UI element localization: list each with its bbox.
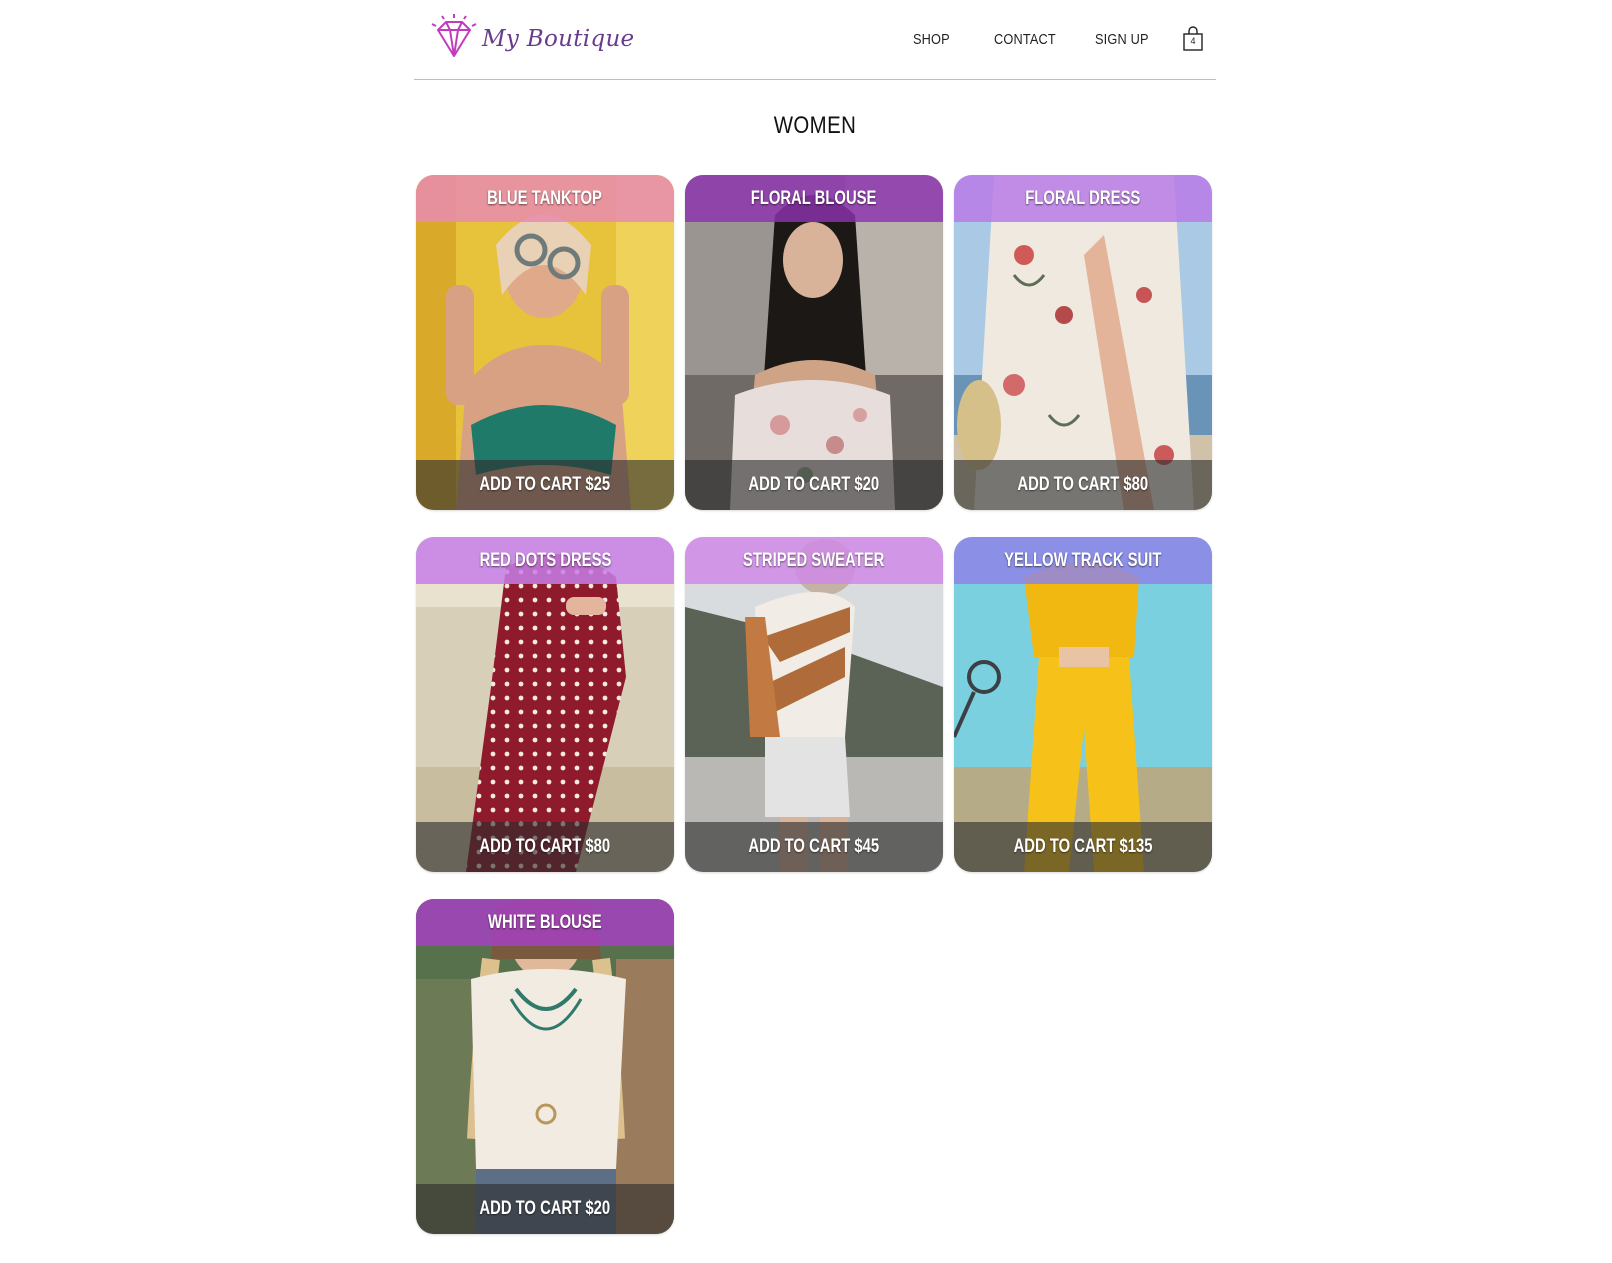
brand-name: My Boutique [482, 26, 635, 52]
brand-logo[interactable]: My Boutique [428, 12, 634, 62]
product-card-floral-blouse[interactable]: FLORAL BLOUSE ADD TO CART $20 [685, 175, 943, 510]
nav-contact-link[interactable]: CONTACT [994, 31, 1056, 48]
product-card-red-dots-dress[interactable]: RED DOTS DRESS ADD TO CART $80 [416, 537, 674, 872]
product-title-band: STRIPED SWEATER [685, 537, 943, 584]
product-title: YELLOW TRACK SUIT [1004, 549, 1162, 571]
product-card-blue-tanktop[interactable]: BLUE TANKTOP ADD TO CART $25 [416, 175, 674, 510]
add-to-cart-button[interactable]: ADD TO CART $20 [685, 460, 943, 510]
add-to-cart-button[interactable]: ADD TO CART $80 [954, 460, 1212, 510]
cart-count-badge: 4 [1190, 36, 1196, 46]
product-card-yellow-track-suit[interactable]: YELLOW TRACK SUIT ADD TO CART $135 [954, 537, 1212, 872]
add-to-cart-button[interactable]: ADD TO CART $80 [416, 822, 674, 872]
add-to-cart-label: ADD TO CART $45 [748, 836, 880, 857]
product-card-striped-sweater[interactable]: STRIPED SWEATER ADD TO CART $45 [685, 537, 943, 872]
add-to-cart-label: ADD TO CART $20 [479, 1198, 611, 1219]
add-to-cart-button[interactable]: ADD TO CART $45 [685, 822, 943, 872]
product-card-white-blouse[interactable]: WHITE BLOUSE ADD TO CART $20 [416, 899, 674, 1234]
add-to-cart-label: ADD TO CART $20 [748, 474, 880, 495]
product-title-band: YELLOW TRACK SUIT [954, 537, 1212, 584]
main-nav: SHOP CONTACT SIGN UP 4 [913, 26, 1204, 52]
product-title-band: FLORAL BLOUSE [685, 175, 943, 222]
add-to-cart-label: ADD TO CART $80 [479, 836, 611, 857]
nav-signup-link[interactable]: SIGN UP [1095, 31, 1149, 48]
diamond-icon [428, 12, 480, 62]
cart-button[interactable]: 4 [1182, 26, 1204, 52]
add-to-cart-button[interactable]: ADD TO CART $135 [954, 822, 1212, 872]
page-container: My Boutique SHOP CONTACT SIGN UP 4 WOMEN [414, 0, 1216, 1234]
add-to-cart-label: ADD TO CART $80 [1017, 474, 1149, 495]
nav-shop-link[interactable]: SHOP [913, 31, 950, 48]
product-title-band: RED DOTS DRESS [416, 537, 674, 584]
add-to-cart-label: ADD TO CART $25 [479, 474, 611, 495]
add-to-cart-button[interactable]: ADD TO CART $20 [416, 1184, 674, 1234]
product-title-band: BLUE TANKTOP [416, 175, 674, 222]
product-title: FLORAL BLOUSE [751, 187, 877, 209]
product-title: WHITE BLOUSE [488, 911, 602, 933]
page-title: WOMEN [773, 112, 857, 139]
product-title: RED DOTS DRESS [479, 549, 611, 571]
product-title: FLORAL DRESS [1025, 187, 1141, 209]
product-title-band: WHITE BLOUSE [416, 899, 674, 946]
product-title: STRIPED SWEATER [743, 549, 885, 571]
site-header: My Boutique SHOP CONTACT SIGN UP 4 [414, 0, 1216, 80]
product-title-band: FLORAL DRESS [954, 175, 1212, 222]
add-to-cart-button[interactable]: ADD TO CART $25 [416, 460, 674, 510]
product-title: BLUE TANKTOP [487, 187, 603, 209]
add-to-cart-label: ADD TO CART $135 [1013, 836, 1153, 857]
product-card-floral-dress[interactable]: FLORAL DRESS ADD TO CART $80 [954, 175, 1212, 510]
